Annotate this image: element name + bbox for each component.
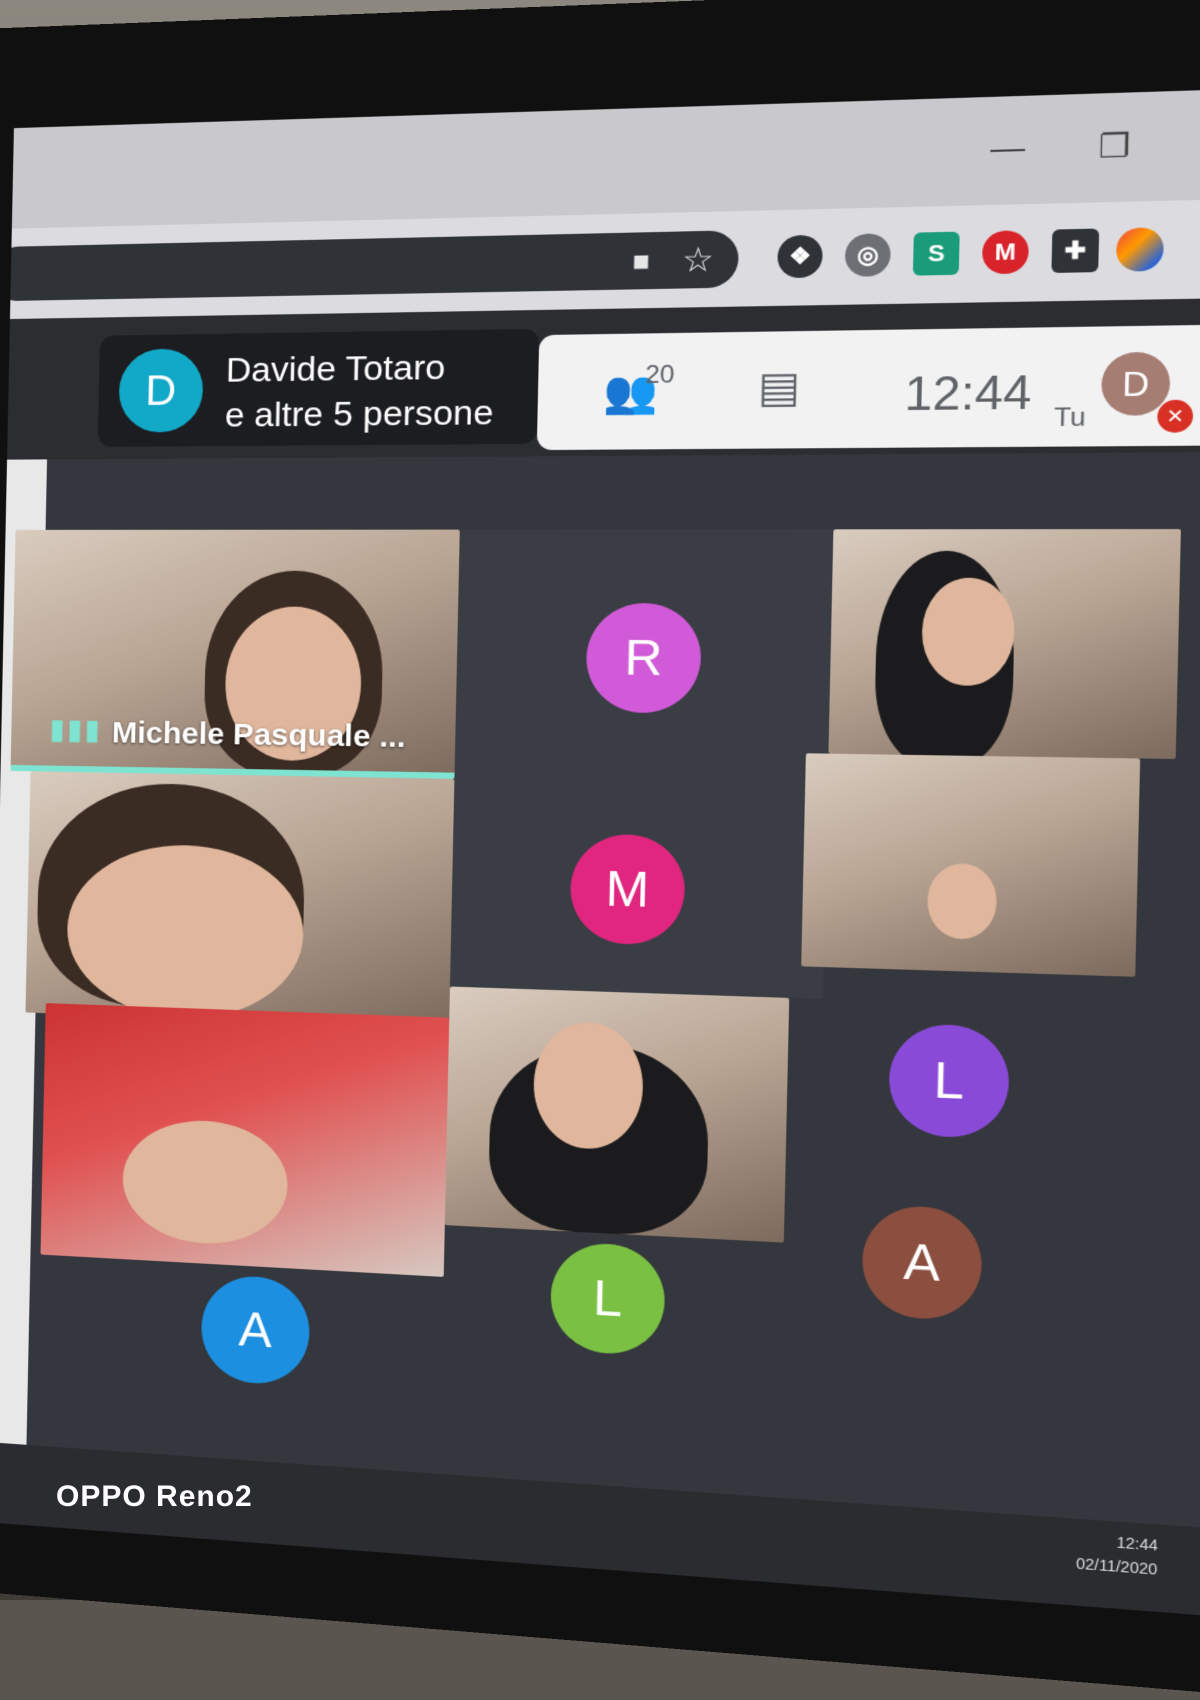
presenter-card[interactable]: D Davide Totaro e altre 5 persone [97,328,540,447]
meet-header: D Davide Totaro e altre 5 persone 👥 20 ▤… [7,297,1200,460]
address-bar[interactable]: ■ ☆ [0,230,740,302]
maximize-button[interactable]: ❐ [1098,127,1131,166]
audio-level-icon: ▮▮▮ [49,713,103,746]
chat-icon[interactable]: ▤ [757,363,800,412]
taskbar-date: 02/11/2020 [1075,1554,1158,1578]
monitor-bezel: — ❐ ✕ ■ ☆ ❖ ◎ S M ✚ ⋮ D Davide Totaro e … [0,0,1200,1700]
participant-tile[interactable] [444,986,790,1243]
participant-avatar-l[interactable]: L [549,1241,666,1357]
participant-tile[interactable] [801,753,1141,977]
presenter-subtitle: e altre 5 persone [224,393,495,435]
mic-off-icon: ✕ [1157,399,1194,433]
participant-tile-featured[interactable]: ▮▮▮ Michele Pasquale ... [10,529,460,779]
mega-extension-icon[interactable]: M [981,230,1030,275]
taskbar-clock[interactable]: 12:44 02/11/2020 [1076,1527,1158,1581]
s-extension-icon[interactable]: S [912,231,960,276]
participant-grid: ▮▮▮ Michele Pasquale ... R M L A L A [0,451,1200,1531]
screen: — ❐ ✕ ■ ☆ ❖ ◎ S M ✚ ⋮ D Davide Totaro e … [0,87,1200,1619]
minimize-button[interactable]: — [990,130,1026,168]
participant-avatar-m: M [569,833,686,946]
participant-name: Michele Pasquale ... [111,716,407,755]
meeting-clock: 12:44 [903,366,1032,421]
headset-extension-icon[interactable]: ◎ [844,233,892,277]
participant-avatar-a[interactable]: A [200,1273,311,1387]
dropbox-extension-icon[interactable]: ❖ [777,234,824,279]
presenter-name: Davide Totaro [225,347,446,390]
participants-count: 20 [644,360,675,390]
participant-face [121,1117,289,1248]
camera-icon[interactable]: ■ [632,245,650,278]
participant-tile[interactable] [25,771,455,1029]
participant-tile[interactable] [40,1003,450,1277]
self-label: Tu [1053,402,1087,433]
camera-watermark: OPPO Reno2 [56,1480,253,1513]
participant-avatar-r: R [585,602,702,714]
participant-tile[interactable] [828,529,1181,760]
participant-avatar-l[interactable]: L [888,1022,1011,1140]
browser-menu-icon[interactable]: ⋮ [1187,219,1200,264]
participant-avatar-a[interactable]: A [861,1203,983,1322]
meet-controls-bar: 👥 20 ▤ 12:44 D Tu ✕ [536,324,1200,451]
profile-avatar-icon[interactable] [1115,227,1165,272]
extensions-puzzle-icon[interactable]: ✚ [1051,228,1100,273]
participant-tile-avatars[interactable]: R M [449,529,834,1000]
participant-face [926,862,998,941]
bookmark-star-icon[interactable]: ☆ [682,239,715,280]
presenter-avatar: D [118,348,204,433]
